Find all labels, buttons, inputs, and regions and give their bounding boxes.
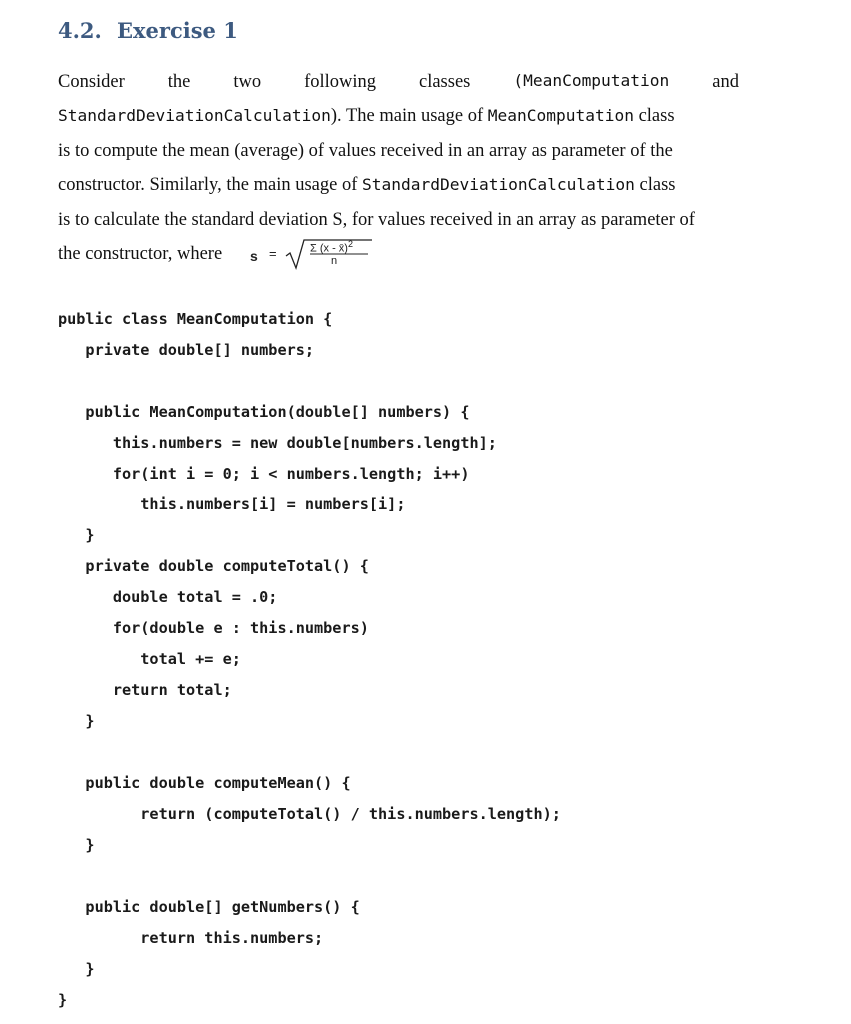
code-line: } — [58, 960, 95, 978]
code-line: private double computeTotal() { — [58, 557, 369, 575]
paragraph-text: class — [633, 106, 675, 126]
class-name-inline: StandardDeviationCalculation — [58, 106, 331, 125]
code-line: double total = .0; — [58, 588, 278, 606]
code-line: this.numbers[i] = numbers[i]; — [58, 495, 406, 513]
code-line: private double[] numbers; — [58, 341, 315, 359]
code-line: total += e; — [58, 650, 241, 668]
paragraph-line-6: the constructor, where — [58, 244, 223, 264]
section-heading: 4.2. Exercise 1 — [58, 18, 238, 43]
word: the — [167, 72, 191, 92]
code-line: return (computeTotal() / this.numbers.le… — [58, 805, 561, 823]
paragraph-line-3: is to compute the mean (average) of valu… — [58, 141, 673, 161]
word: Consider — [58, 72, 125, 92]
code-line: } — [58, 526, 95, 544]
paragraph-text: class — [634, 175, 676, 195]
class-name-inline: StandardDeviationCalculation — [362, 175, 635, 194]
formula-denominator: n — [331, 255, 338, 267]
code-line: return this.numbers; — [58, 929, 324, 947]
code-line: } — [58, 712, 95, 730]
code-line: public MeanComputation(double[] numbers)… — [58, 403, 470, 421]
formula-exponent: 2 — [347, 239, 353, 249]
paragraph-line-5: is to calculate the standard deviation S… — [58, 210, 695, 230]
code-line: for(double e : this.numbers) — [58, 619, 369, 637]
word: following — [304, 72, 377, 92]
code-line: public class MeanComputation { — [58, 310, 333, 328]
paragraph-line-2: StandardDeviationCalculation). The main … — [58, 107, 739, 126]
section-number: 4.2. — [58, 18, 102, 43]
code-line: } — [58, 836, 95, 854]
formula-lhs: s — [250, 248, 258, 264]
formula-numerator: Σ (x - x̄)2 — [310, 239, 353, 255]
code-line: } — [58, 991, 68, 1009]
word: classes — [419, 72, 471, 92]
code-line: for(int i = 0; i < numbers.length; i++) — [58, 465, 470, 483]
paragraph-text: ). The main usage of — [330, 106, 488, 126]
code-line: public double computeMean() { — [58, 774, 351, 792]
paragraph-text: constructor. Similarly, the main usage o… — [58, 175, 362, 195]
section-title: Exercise 1 — [117, 18, 238, 43]
code-line: return total; — [58, 681, 232, 699]
class-name-inline: (MeanComputation — [513, 71, 670, 90]
formula-equals: = — [269, 246, 277, 261]
paragraph-line-4: constructor. Similarly, the main usage o… — [58, 176, 739, 195]
code-line: public double[] getNumbers() { — [58, 898, 360, 916]
code-line: this.numbers = new double[numbers.length… — [58, 434, 497, 452]
word: and — [712, 72, 739, 92]
word: two — [233, 72, 262, 92]
class-name-inline: MeanComputation — [487, 106, 634, 125]
document-page: 4.2. Exercise 1 Consider the two followin… — [0, 0, 851, 1024]
paragraph-line-1: Consider the two following classes (Mean… — [58, 73, 739, 92]
formula-numerator-text: Σ (x - x̄) — [310, 242, 348, 255]
